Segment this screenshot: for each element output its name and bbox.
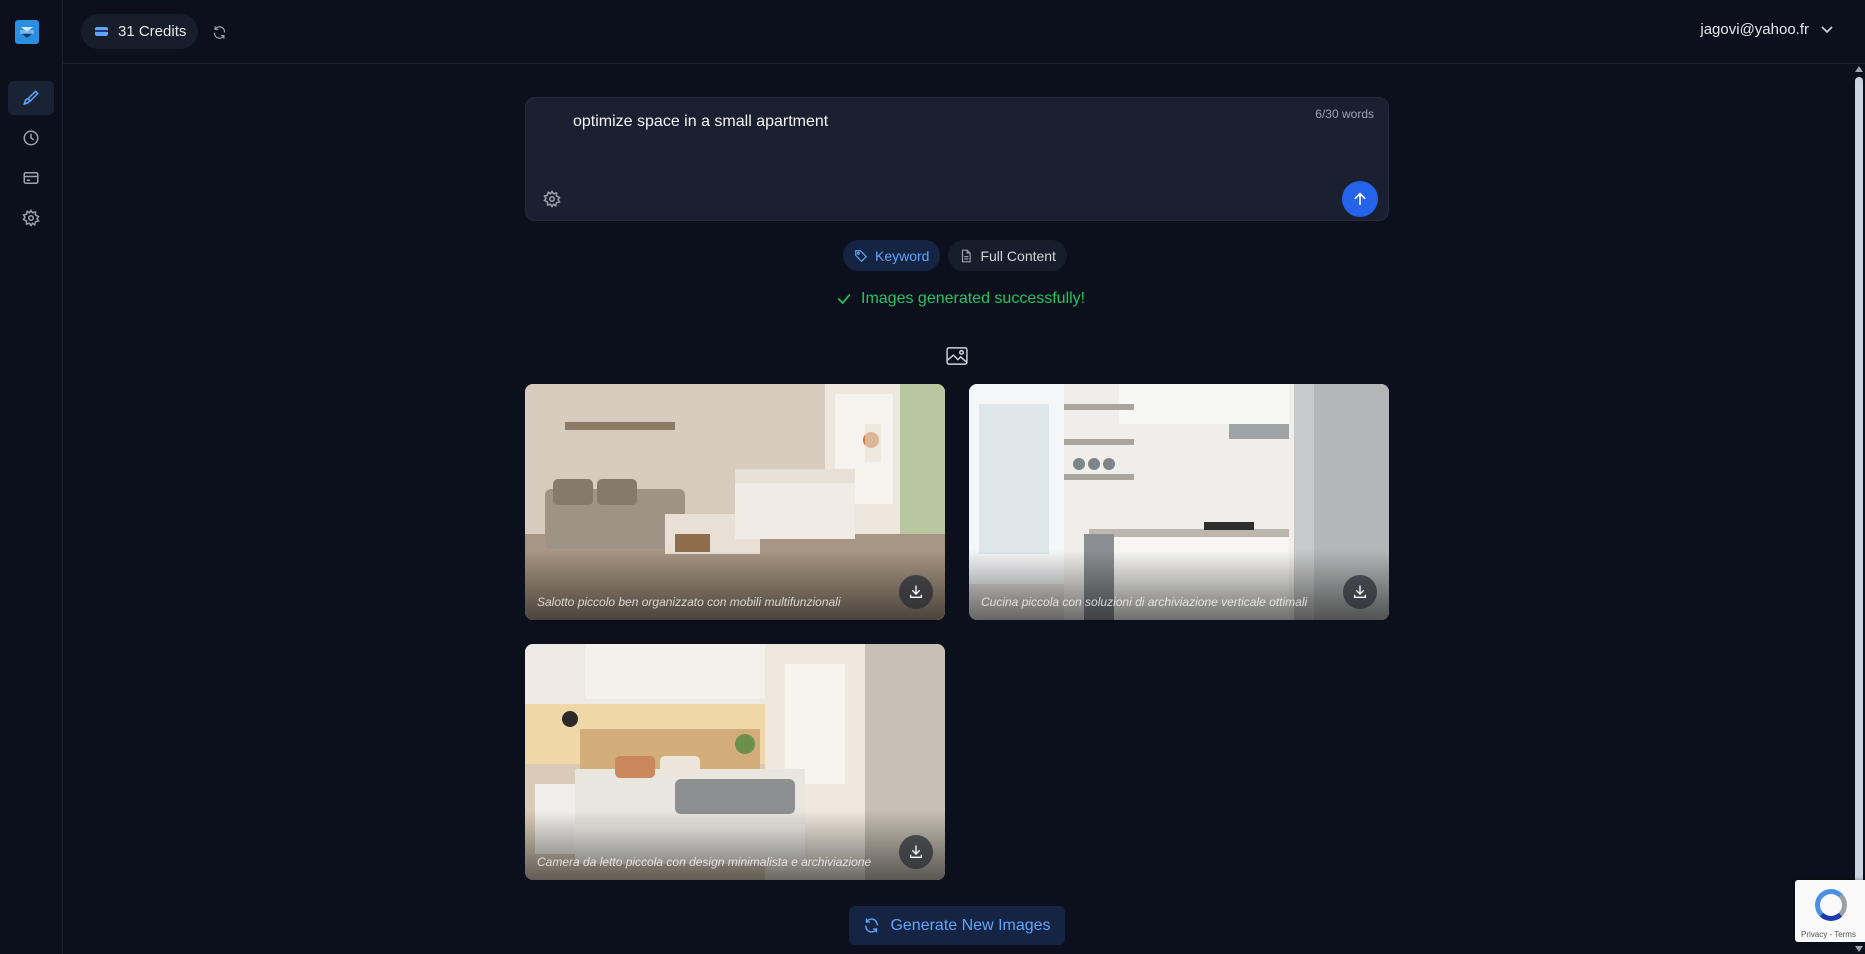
document-icon bbox=[962, 249, 972, 262]
generated-image-card[interactable]: Cucina piccola con soluzioni di archivia… bbox=[969, 384, 1389, 620]
credits-label: 31 Credits bbox=[118, 23, 187, 40]
check-icon bbox=[837, 294, 851, 305]
refresh-icon bbox=[865, 918, 879, 933]
download-icon bbox=[910, 845, 922, 858]
refresh-credits-button[interactable] bbox=[207, 20, 231, 44]
scroll-down-arrow-icon[interactable] bbox=[1855, 946, 1863, 952]
arrow-up-icon bbox=[1354, 192, 1366, 206]
download-button[interactable] bbox=[899, 575, 933, 609]
keyword-mode-button[interactable]: Keyword bbox=[843, 240, 941, 271]
refresh-icon bbox=[213, 25, 225, 39]
settings-icon bbox=[22, 209, 40, 227]
image-overlay bbox=[525, 550, 945, 620]
full-content-mode-button[interactable]: Full Content bbox=[948, 240, 1067, 271]
prompt-box: optimize space in a small apartment 6/30… bbox=[525, 97, 1389, 221]
logo-icon bbox=[20, 27, 34, 38]
keyword-label: Keyword bbox=[875, 247, 930, 264]
full-content-label: Full Content bbox=[980, 247, 1056, 264]
history-icon bbox=[23, 130, 39, 146]
brush-icon bbox=[23, 90, 39, 106]
sidebar-item-create[interactable] bbox=[8, 81, 54, 115]
generate-new-images-button[interactable]: Generate New Images bbox=[849, 906, 1065, 945]
billing-card-icon bbox=[23, 172, 39, 184]
word-count: 6/30 words bbox=[1315, 107, 1374, 121]
generated-image-card[interactable]: Camera da letto piccola con design minim… bbox=[525, 644, 945, 880]
app-logo[interactable] bbox=[15, 20, 39, 44]
page-scrollbar[interactable] bbox=[1853, 64, 1865, 954]
download-icon bbox=[910, 585, 922, 598]
credits-badge[interactable]: 31 Credits bbox=[81, 14, 199, 49]
image-caption: Cucina piccola con soluzioni di archivia… bbox=[981, 595, 1308, 609]
send-button[interactable] bbox=[1342, 181, 1378, 217]
tag-icon bbox=[855, 249, 868, 262]
success-message: Images generated successfully! bbox=[836, 290, 1085, 308]
sidebar-item-settings[interactable] bbox=[8, 201, 54, 235]
user-menu[interactable]: jagovi@yahoo.fr bbox=[1700, 21, 1833, 38]
recaptcha-badge[interactable]: Privacy - Terms bbox=[1795, 880, 1865, 942]
sidebar-item-billing[interactable] bbox=[8, 161, 54, 195]
image-caption: Camera da letto piccola con design minim… bbox=[537, 855, 872, 869]
image-overlay bbox=[525, 810, 945, 880]
download-button[interactable] bbox=[1343, 575, 1377, 609]
top-bar: 31 Credits jagovi@yahoo.fr bbox=[63, 0, 1865, 64]
scroll-thumb[interactable] bbox=[1855, 77, 1863, 941]
prompt-input[interactable]: optimize space in a small apartment bbox=[573, 113, 828, 131]
mode-selector: Keyword Full Content bbox=[843, 240, 1067, 271]
image-overlay bbox=[969, 550, 1389, 620]
credit-card-icon bbox=[95, 27, 108, 36]
sidebar bbox=[0, 0, 63, 954]
recaptcha-links[interactable]: Privacy - Terms bbox=[1801, 930, 1856, 939]
download-button[interactable] bbox=[899, 835, 933, 869]
image-gallery-icon bbox=[946, 347, 968, 365]
generate-label: Generate New Images bbox=[890, 916, 1051, 934]
prompt-settings-button[interactable] bbox=[543, 190, 561, 208]
generated-image-card[interactable]: Salotto piccolo ben organizzato con mobi… bbox=[525, 384, 945, 620]
chevron-down-icon bbox=[1821, 25, 1833, 33]
gear-icon bbox=[543, 190, 561, 208]
download-icon bbox=[1354, 585, 1366, 598]
scroll-up-arrow-icon[interactable] bbox=[1855, 66, 1863, 72]
user-email: jagovi@yahoo.fr bbox=[1700, 21, 1809, 38]
success-text: Images generated successfully! bbox=[861, 290, 1086, 307]
recaptcha-icon bbox=[1815, 889, 1847, 921]
image-caption: Salotto piccolo ben organizzato con mobi… bbox=[537, 595, 841, 609]
sidebar-item-history[interactable] bbox=[8, 121, 54, 155]
